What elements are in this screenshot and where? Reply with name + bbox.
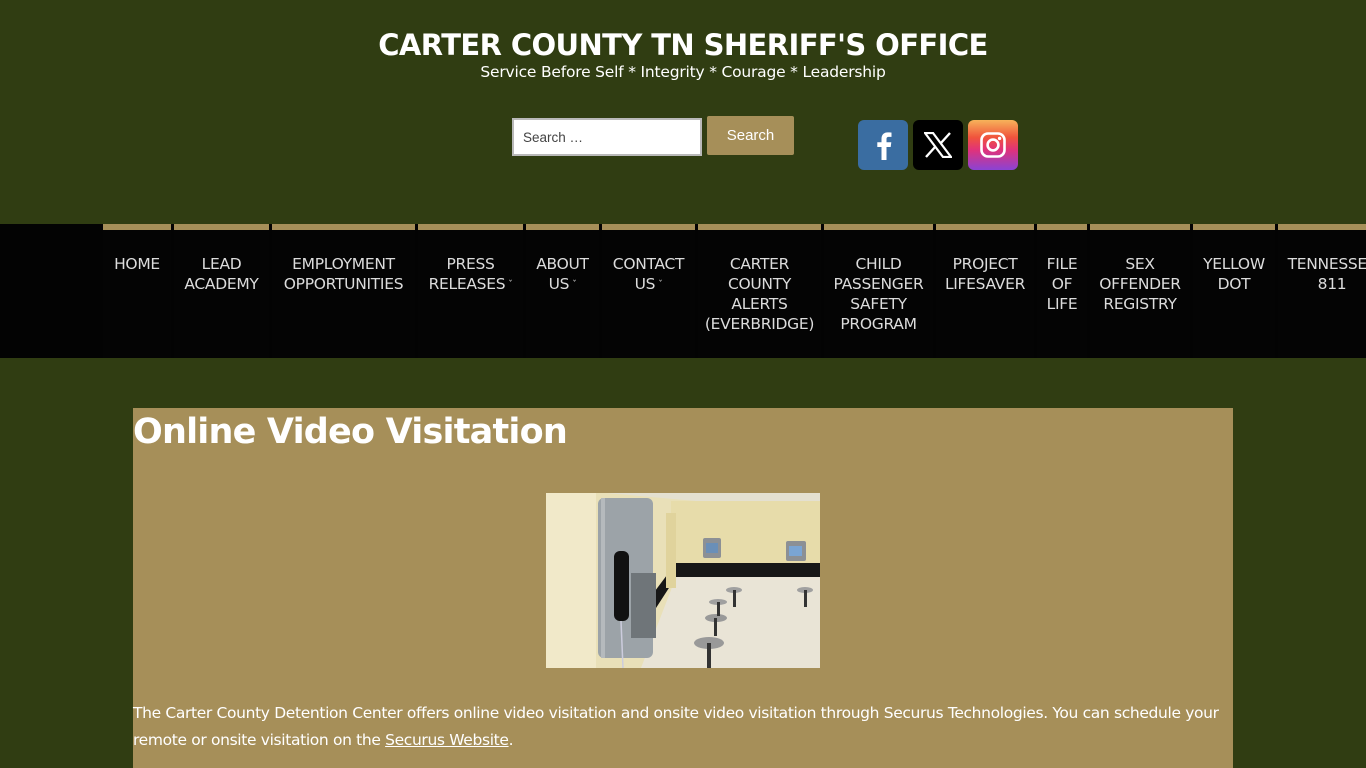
x-icon xyxy=(924,132,952,158)
nav-item-press-releases[interactable]: PRESS RELEASES ˇ xyxy=(418,224,523,358)
nav-item-label: FILE OF LIFE xyxy=(1046,255,1078,313)
chevron-down-icon[interactable]: ˇ xyxy=(658,275,663,295)
visitation-room-image xyxy=(546,493,820,668)
site-header: CARTER COUNTY TN SHERIFF'S OFFICE Servic… xyxy=(0,0,1366,224)
search-button[interactable]: Search xyxy=(707,116,794,155)
nav-item-file-of-life[interactable]: FILE OF LIFE xyxy=(1037,224,1087,358)
social-links xyxy=(858,120,1018,170)
nav-item-sex-offender-registry[interactable]: SEX OFFENDER REGISTRY xyxy=(1090,224,1190,358)
intro-text-end: . xyxy=(508,731,514,749)
nav-item-label: TENNESSEE 811 xyxy=(1287,255,1366,293)
chevron-down-icon[interactable]: ˇ xyxy=(572,275,577,295)
facebook-icon xyxy=(877,132,892,160)
nav-item-contact-us[interactable]: CONTACT US ˇ xyxy=(602,224,695,358)
chevron-down-icon[interactable]: ˇ xyxy=(508,275,513,295)
nav-item-label: EMPLOYMENT OPPORTUNITIES xyxy=(283,255,404,293)
main-content: Online Video Visitation The Carter Count… xyxy=(133,408,1233,768)
nav-item-label: PRESS RELEASES xyxy=(428,255,506,293)
nav-item-employment-opportunities[interactable]: EMPLOYMENT OPPORTUNITIES xyxy=(272,224,415,358)
nav-item-label: CONTACT US xyxy=(612,255,685,293)
nav-item-label: SEX OFFENDER REGISTRY xyxy=(1099,255,1181,313)
nav-item-yellow-dot[interactable]: YELLOW DOT xyxy=(1193,224,1275,358)
nav-item-label: CHILD PASSENGER SAFETY PROGRAM xyxy=(833,255,924,333)
intro-text: The Carter County Detention Center offer… xyxy=(133,704,1219,749)
x-link[interactable] xyxy=(913,120,963,170)
nav-item-lead-academy[interactable]: LEAD ACADEMY xyxy=(174,224,269,358)
main-navigation: HOME LEAD ACADEMY EMPLOYMENT OPPORTUNITIES… xyxy=(0,224,1366,358)
nav-item-label: HOME xyxy=(114,255,160,273)
page-title: Online Video Visitation xyxy=(133,412,568,452)
site-tagline: Service Before Self * Integrity * Courag… xyxy=(480,63,886,81)
search-input[interactable] xyxy=(512,118,702,156)
nav-item-label: PROJECT LIFESAVER xyxy=(944,255,1026,293)
nav-item-project-lifesaver[interactable]: PROJECT LIFESAVER xyxy=(936,224,1034,358)
nav-item-label: ABOUT US xyxy=(536,255,589,293)
intro-paragraph: The Carter County Detention Center offer… xyxy=(133,700,1233,754)
nav-item-label: YELLOW DOT xyxy=(1203,255,1265,293)
securus-website-link[interactable]: Securus Website xyxy=(385,731,509,749)
nav-menu: HOME LEAD ACADEMY EMPLOYMENT OPPORTUNITIES… xyxy=(103,224,1366,358)
nav-item-child-passenger-safety-program[interactable]: CHILD PASSENGER SAFETY PROGRAM xyxy=(824,224,933,358)
nav-item-about-us[interactable]: ABOUT US ˇ xyxy=(526,224,599,358)
instagram-icon xyxy=(980,132,1006,158)
nav-item-tennessee-811[interactable]: TENNESSEE 811 xyxy=(1278,224,1366,358)
visitation-photo xyxy=(546,493,820,668)
nav-item-carter-county-alerts-everbridge[interactable]: CARTER COUNTY ALERTS (EVERBRIDGE) xyxy=(698,224,821,358)
nav-item-home[interactable]: HOME xyxy=(103,224,171,358)
nav-item-label: LEAD ACADEMY xyxy=(184,255,259,293)
site-title[interactable]: CARTER COUNTY TN SHERIFF'S OFFICE xyxy=(0,27,1366,63)
facebook-link[interactable] xyxy=(858,120,908,170)
instagram-link[interactable] xyxy=(968,120,1018,170)
nav-item-label: CARTER COUNTY ALERTS (EVERBRIDGE) xyxy=(704,255,815,333)
